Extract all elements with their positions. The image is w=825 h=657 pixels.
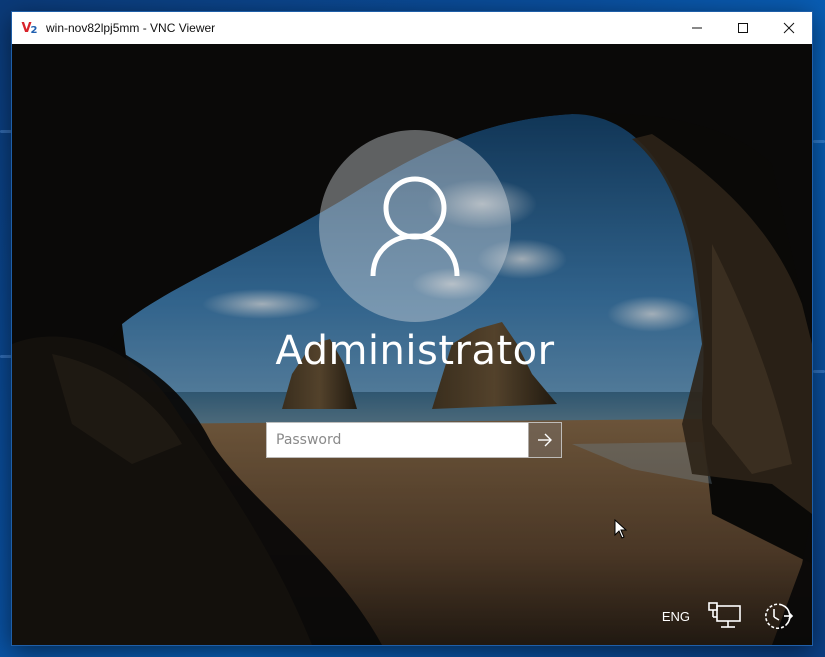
arrow-right-icon <box>538 433 552 447</box>
minimize-icon <box>692 27 702 29</box>
desktop-light-streak <box>0 130 12 133</box>
maximize-button[interactable] <box>720 12 766 44</box>
submit-button[interactable] <box>528 423 561 457</box>
language-indicator[interactable]: ENG <box>662 609 690 624</box>
ease-of-access-button[interactable] <box>760 599 794 633</box>
vnc-viewer-window: V2 win-nov82lpj5mm - VNC Viewer Administ… <box>12 12 812 645</box>
lock-screen: Administrator ENG <box>12 44 812 645</box>
user-icon <box>370 176 460 277</box>
vnc-viewer-icon[interactable]: V2 <box>18 17 40 39</box>
close-button[interactable] <box>766 12 812 44</box>
user-avatar <box>319 130 511 322</box>
window-controls <box>674 12 812 44</box>
network-button[interactable] <box>708 599 742 633</box>
window-titlebar[interactable]: V2 win-nov82lpj5mm - VNC Viewer <box>12 12 812 44</box>
password-input[interactable] <box>267 423 528 457</box>
password-box <box>266 422 562 458</box>
minimize-button[interactable] <box>674 12 720 44</box>
desktop-light-streak <box>813 140 825 143</box>
ease-of-access-icon <box>765 603 794 630</box>
desktop-light-streak <box>813 370 825 373</box>
maximize-icon <box>738 23 748 33</box>
desktop-light-streak <box>0 355 12 358</box>
mouse-cursor-icon <box>614 519 628 539</box>
username-label: Administrator <box>275 328 555 374</box>
lock-screen-tray: ENG <box>662 599 794 633</box>
network-icon <box>708 602 741 628</box>
close-icon <box>783 22 795 34</box>
window-title: win-nov82lpj5mm - VNC Viewer <box>46 21 216 35</box>
